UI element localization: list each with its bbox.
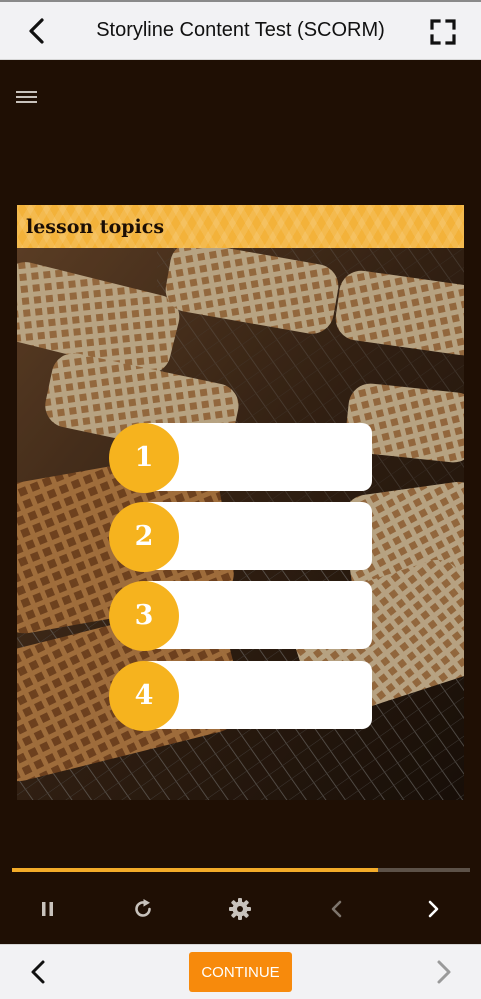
replay-icon xyxy=(135,899,151,917)
topic-item-4[interactable]: 4 xyxy=(109,661,372,731)
chevron-left-icon xyxy=(31,960,45,984)
gear-icon xyxy=(229,898,251,920)
slide-next-button[interactable] xyxy=(420,896,446,922)
seek-bar-fill xyxy=(12,868,379,872)
fullscreen-icon xyxy=(430,19,456,45)
topic-item-2[interactable]: 2 xyxy=(109,502,372,572)
topic-number: 3 xyxy=(109,581,179,651)
menu-button[interactable] xyxy=(16,89,38,105)
hamburger-menu-icon xyxy=(16,91,37,103)
next-button[interactable] xyxy=(432,959,454,985)
pause-icon xyxy=(42,902,53,916)
course-player: lesson topics 1 2 3 4 xyxy=(0,60,481,944)
page-title: Storyline Content Test (SCORM) xyxy=(96,19,385,41)
replay-button[interactable] xyxy=(130,896,156,922)
previous-button[interactable] xyxy=(28,959,50,985)
bottom-navigation: CONTINUE xyxy=(0,944,481,999)
slide-prev-button[interactable] xyxy=(324,896,350,922)
topic-number: 4 xyxy=(109,661,179,731)
topic-number: 1 xyxy=(109,423,179,493)
slide-header: lesson topics xyxy=(17,205,464,248)
slide-heading: lesson topics xyxy=(26,216,165,238)
chevron-right-icon xyxy=(437,960,451,984)
seek-bar[interactable] xyxy=(12,868,470,872)
chevron-left-icon xyxy=(29,18,44,44)
app-header: Storyline Content Test (SCORM) xyxy=(0,2,481,60)
chevron-right-icon xyxy=(428,900,439,918)
slide: lesson topics 1 2 3 4 xyxy=(17,205,464,800)
chevron-left-icon xyxy=(331,900,342,918)
settings-button[interactable] xyxy=(227,896,253,922)
fullscreen-button[interactable] xyxy=(430,19,456,45)
back-button[interactable] xyxy=(26,17,48,45)
topic-item-3[interactable]: 3 xyxy=(109,581,372,651)
topic-number: 2 xyxy=(109,502,179,572)
topic-item-1[interactable]: 1 xyxy=(109,423,372,493)
pause-button[interactable] xyxy=(35,896,61,922)
continue-button[interactable]: CONTINUE xyxy=(189,952,292,992)
